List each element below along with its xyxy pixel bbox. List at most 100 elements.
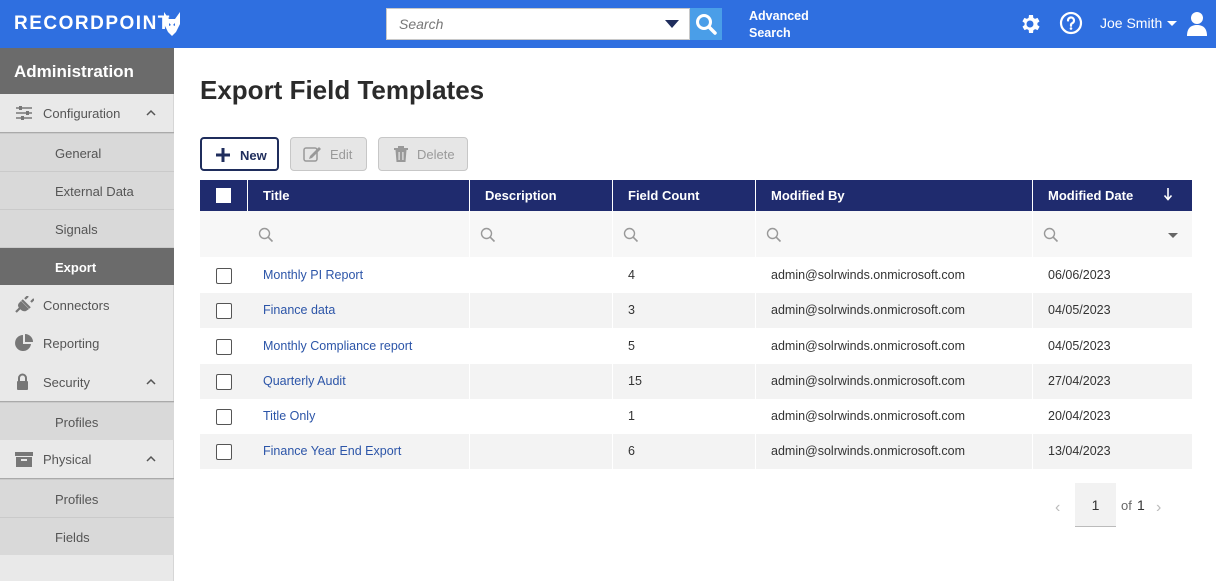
date-filter-dropdown-icon[interactable] <box>1168 233 1178 238</box>
sidebar-item-physical[interactable]: Physical <box>0 440 174 478</box>
row-title-link[interactable]: Monthly PI Report <box>263 268 363 282</box>
sidebar-item-configuration[interactable]: Configuration <box>0 94 174 132</box>
table-row[interactable]: Finance data 3 admin@solrwinds.onmicroso… <box>200 293 1192 328</box>
row-title-link[interactable]: Quarterly Audit <box>263 374 346 388</box>
delete-button[interactable]: Delete <box>378 137 468 171</box>
pagination-total-pages: 1 <box>1137 497 1145 513</box>
column-separator <box>612 434 613 469</box>
sliders-icon <box>16 106 32 120</box>
column-separator <box>469 434 470 469</box>
row-title-link[interactable]: Monthly Compliance report <box>263 339 412 353</box>
sidebar-subitem-signals[interactable]: Signals <box>0 209 174 247</box>
advanced-search-line1: Advanced <box>749 9 809 23</box>
sidebar-subitem-export[interactable]: Export <box>0 247 174 285</box>
pagination-prev-button[interactable]: ‹ <box>1055 499 1060 517</box>
row-checkbox[interactable] <box>216 303 232 319</box>
row-checkbox[interactable] <box>216 409 232 425</box>
sidebar-item-security[interactable]: Security <box>0 363 174 401</box>
column-header-label: Description <box>485 188 557 203</box>
chevron-up-icon[interactable] <box>146 108 156 118</box>
sidebar-item-label: Configuration <box>43 106 121 121</box>
row-modified-by: admin@solrwinds.onmicrosoft.com <box>771 303 966 317</box>
search-scope-dropdown-icon[interactable] <box>665 20 679 28</box>
select-all-checkbox[interactable] <box>216 188 231 203</box>
sidebar-item-label: Connectors <box>43 298 110 313</box>
sidebar-subitem-label: Profiles <box>55 415 99 430</box>
sidebar: Administration Configuration General Ext… <box>0 48 174 581</box>
row-title-link[interactable]: Finance Year End Export <box>263 444 401 458</box>
sidebar-item-reporting[interactable]: Reporting <box>0 324 174 362</box>
column-separator <box>612 293 613 328</box>
search-input[interactable] <box>387 9 657 39</box>
filter-field-count[interactable] <box>613 211 756 257</box>
logo[interactable]: RECORDPOINT <box>14 13 171 35</box>
table-row[interactable]: Finance Year End Export 6 admin@solrwind… <box>200 434 1192 469</box>
column-header-label: Modified By <box>771 188 845 203</box>
filter-description[interactable] <box>470 211 613 257</box>
sort-descending-icon[interactable] <box>1162 186 1174 202</box>
sidebar-subitem-label: Export <box>55 260 97 275</box>
table-row[interactable]: Title Only 1 admin@solrwinds.onmicrosoft… <box>200 399 1192 434</box>
edit-icon <box>303 147 321 162</box>
column-separator <box>1032 364 1033 399</box>
row-modified-by: admin@solrwinds.onmicrosoft.com <box>771 374 966 388</box>
column-header-label: Field Count <box>628 188 700 203</box>
row-checkbox[interactable] <box>216 339 232 355</box>
search-button[interactable] <box>690 8 722 40</box>
search-icon <box>480 227 496 243</box>
sidebar-subitem-physical-profiles[interactable]: Profiles <box>0 479 174 517</box>
sidebar-subitem-security-profiles[interactable]: Profiles <box>0 402 174 440</box>
row-checkbox[interactable] <box>216 374 232 390</box>
column-header-label: Title <box>263 188 290 203</box>
filter-row <box>200 211 1192 257</box>
row-checkbox[interactable] <box>216 268 232 284</box>
column-separator <box>755 364 756 399</box>
edit-button[interactable]: Edit <box>290 137 367 171</box>
filter-modified-by[interactable] <box>756 211 1033 257</box>
delete-button-label: Delete <box>417 147 455 162</box>
row-checkbox[interactable] <box>216 444 232 460</box>
chevron-up-icon[interactable] <box>146 377 156 387</box>
sidebar-item-connectors[interactable]: Connectors <box>0 286 174 324</box>
advanced-search-link[interactable]: Advanced Search <box>749 8 809 42</box>
trash-icon <box>394 146 408 162</box>
user-menu-caret-icon[interactable] <box>1167 21 1177 26</box>
search-icon <box>766 227 782 243</box>
column-header-modified-by[interactable]: Modified By <box>756 180 1033 211</box>
search-icon <box>623 227 639 243</box>
sidebar-subitem-label: Signals <box>55 222 98 237</box>
sidebar-subitem-general[interactable]: General <box>0 133 174 171</box>
row-modified-date: 04/05/2023 <box>1048 303 1111 317</box>
user-avatar-icon[interactable] <box>1186 11 1208 37</box>
column-separator <box>1032 293 1033 328</box>
sidebar-subitem-fields[interactable]: Fields <box>0 517 174 555</box>
gear-icon[interactable] <box>1018 12 1042 36</box>
sidebar-subitem-label: External Data <box>55 184 134 199</box>
column-header-title[interactable]: Title <box>248 180 470 211</box>
new-button[interactable]: New <box>200 137 279 171</box>
table-row[interactable]: Quarterly Audit 15 admin@solrwinds.onmic… <box>200 364 1192 399</box>
pagination-of-label: of <box>1121 498 1132 513</box>
table-row[interactable]: Monthly Compliance report 5 admin@solrwi… <box>200 329 1192 364</box>
search-box[interactable] <box>386 8 690 40</box>
user-menu-name[interactable]: Joe Smith <box>1100 15 1162 31</box>
table-row[interactable]: Monthly PI Report 4 admin@solrwinds.onmi… <box>200 258 1192 293</box>
row-field-count: 1 <box>628 409 635 423</box>
pagination-current-page[interactable]: 1 <box>1075 483 1116 527</box>
filter-title[interactable] <box>248 211 470 257</box>
help-icon[interactable] <box>1059 11 1083 35</box>
sidebar-item-label: Reporting <box>43 336 100 351</box>
search-icon <box>1043 227 1059 243</box>
lock-icon <box>17 373 28 390</box>
new-button-label: New <box>240 148 267 163</box>
row-modified-date: 13/04/2023 <box>1048 444 1111 458</box>
row-title-link[interactable]: Finance data <box>263 303 335 317</box>
column-header-description[interactable]: Description <box>470 180 613 211</box>
row-title-link[interactable]: Title Only <box>263 409 315 423</box>
sidebar-item-label: Physical <box>43 452 92 467</box>
row-modified-by: admin@solrwinds.onmicrosoft.com <box>771 409 966 423</box>
pagination-next-button[interactable]: › <box>1156 499 1161 517</box>
sidebar-subitem-external-data[interactable]: External Data <box>0 171 174 209</box>
column-header-field-count[interactable]: Field Count <box>613 180 756 211</box>
chevron-up-icon[interactable] <box>146 454 156 464</box>
